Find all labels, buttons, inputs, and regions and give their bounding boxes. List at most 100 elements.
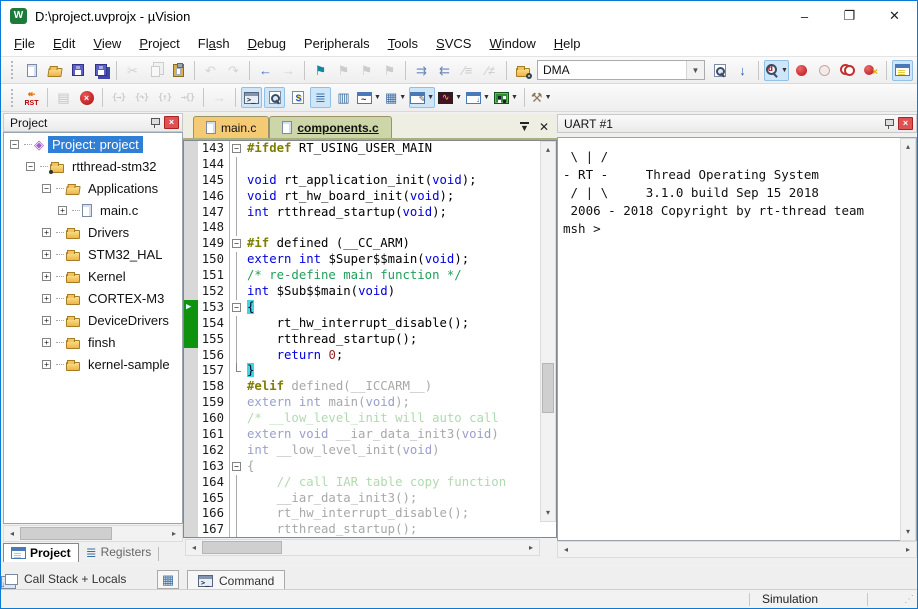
prev-bookmark-button[interactable]: ⚑	[333, 60, 354, 81]
memory-window-tab[interactable]: ▦	[157, 570, 179, 589]
close-button[interactable]: ✕	[872, 1, 917, 31]
save-button[interactable]	[67, 60, 88, 81]
paste-button[interactable]	[168, 60, 189, 81]
command-tab[interactable]: Command	[187, 570, 285, 591]
next-bookmark-button[interactable]: ⚑	[356, 60, 377, 81]
toolbox-button[interactable]: ▼	[493, 87, 519, 108]
menu-flash[interactable]: Flash	[189, 32, 239, 55]
enable-disable-breakpoint-button[interactable]	[814, 60, 835, 81]
editor-close-icon[interactable]: ✕	[539, 120, 549, 134]
editor-tab-components-c[interactable]: components.c	[269, 116, 391, 138]
uart-hscrollbar[interactable]: ◂ ▸	[557, 541, 917, 558]
tree-item-devicedrivers[interactable]: +DeviceDrivers	[4, 309, 182, 331]
tree-expander-icon[interactable]: −	[42, 184, 51, 193]
tab-project[interactable]: Project	[3, 543, 79, 562]
logic-analyzer-button[interactable]: ∿▼	[437, 87, 463, 108]
tree-expander-icon[interactable]: +	[58, 206, 67, 215]
tree-item-rtthread-stm32[interactable]: −rtthread-stm32	[4, 155, 182, 177]
tree-item-stm32-hal[interactable]: +STM32_HAL	[4, 243, 182, 265]
call-stack-tab[interactable]: Call Stack + Locals	[24, 572, 126, 586]
menu-edit[interactable]: Edit	[44, 32, 84, 55]
menu-svcs[interactable]: SVCS	[427, 32, 480, 55]
uart-vscrollbar[interactable]: ▴ ▾	[900, 138, 916, 541]
tab-list-icon[interactable]: ▼	[520, 122, 529, 132]
editor-tab-main-c[interactable]: main.c	[193, 116, 269, 138]
open-file-button[interactable]	[44, 60, 65, 81]
pin-icon[interactable]	[150, 117, 160, 129]
system-viewer-button[interactable]: ▼	[465, 87, 491, 108]
find-next-button[interactable]: ↓	[732, 60, 753, 81]
save-all-button[interactable]	[90, 60, 111, 81]
uncomment-button[interactable]: ∕≠	[480, 60, 501, 81]
menu-tools[interactable]: Tools	[379, 32, 427, 55]
trace-windows-button[interactable]: ▼	[356, 87, 382, 108]
scroll-right-icon[interactable]: ▸	[900, 542, 916, 557]
menu-view[interactable]: View	[84, 32, 130, 55]
navigate-forward-button[interactable]: →	[278, 60, 299, 81]
project-panel-close-icon[interactable]: ×	[164, 116, 179, 129]
unindent-button[interactable]: ⇇	[434, 60, 455, 81]
menu-debug[interactable]: Debug	[239, 32, 295, 55]
step-button[interactable]: {→}	[108, 87, 129, 108]
cut-button[interactable]: ✂	[122, 60, 143, 81]
watch-windows-button[interactable]: ▼	[409, 87, 435, 108]
menu-help[interactable]: Help	[545, 32, 590, 55]
scroll-up-icon[interactable]: ▴	[541, 142, 555, 158]
find-in-files-button[interactable]	[512, 60, 533, 81]
project-tree-hscrollbar[interactable]: ◂ ▸	[3, 525, 183, 542]
clear-bookmarks-button[interactable]: ⚑	[379, 60, 400, 81]
toggle-bookmark-button[interactable]: ⚑	[310, 60, 331, 81]
tab-registers[interactable]: ≣Registers	[79, 543, 159, 561]
command-window-button[interactable]	[241, 87, 262, 108]
analysis-windows-button[interactable]: ▥	[333, 87, 354, 108]
insert-breakpoint-button[interactable]	[791, 60, 812, 81]
fold-collapse-icon[interactable]: −	[232, 303, 241, 312]
fold-collapse-icon[interactable]: −	[232, 462, 241, 471]
uart-terminal[interactable]: \ | /- RT - Thread Operating System / | …	[557, 137, 917, 541]
scroll-down-icon[interactable]: ▾	[901, 524, 915, 540]
project-window-toggle-button[interactable]	[892, 60, 913, 81]
incremental-find-button[interactable]: d▼	[764, 60, 789, 81]
tree-item-main-c[interactable]: +main.c	[4, 199, 182, 221]
scroll-left-icon[interactable]: ◂	[186, 540, 202, 555]
navigate-back-button[interactable]: ←	[255, 60, 276, 81]
maximize-button[interactable]: ❐	[827, 1, 872, 31]
reset-cpu-button[interactable]: ↞RST	[21, 87, 42, 108]
disable-all-breakpoints-button[interactable]	[837, 60, 858, 81]
tree-expander-icon[interactable]: +	[42, 272, 51, 281]
combo-dropdown-icon[interactable]: ▼	[686, 61, 704, 79]
step-over-button[interactable]: {↷}	[131, 87, 152, 108]
undo-button[interactable]: ↶	[200, 60, 221, 81]
comment-button[interactable]: ∕≡	[457, 60, 478, 81]
memory-windows-button[interactable]: ▦▼	[384, 87, 407, 108]
stop-button[interactable]: ×	[76, 87, 97, 108]
tree-expander-icon[interactable]: +	[42, 360, 51, 369]
step-out-button[interactable]: {↑}	[154, 87, 175, 108]
tree-expander-icon[interactable]: +	[42, 316, 51, 325]
show-next-statement-button[interactable]: →	[209, 87, 230, 108]
tree-item-project-project[interactable]: −◈Project: project	[4, 133, 182, 155]
pin-icon[interactable]	[884, 118, 894, 130]
run-to-line-button[interactable]: →{}	[177, 87, 198, 108]
tree-item-kernel-sample[interactable]: +kernel-sample	[4, 353, 182, 375]
find-in-files-window-button[interactable]	[709, 60, 730, 81]
menu-file[interactable]: File	[5, 32, 44, 55]
editor-vscrollbar[interactable]: ▴ ▾	[540, 141, 556, 522]
tree-item-applications[interactable]: −Applications	[4, 177, 182, 199]
resize-grip[interactable]: ⋰	[904, 594, 914, 605]
tree-expander-icon[interactable]: −	[10, 140, 19, 149]
run-button[interactable]: ▤	[53, 87, 74, 108]
symbol-window-button[interactable]	[287, 87, 308, 108]
fold-collapse-icon[interactable]: −	[232, 144, 241, 153]
indent-button[interactable]: ⇉	[411, 60, 432, 81]
tree-item-cortex-m3[interactable]: +CORTEX-M3	[4, 287, 182, 309]
redo-button[interactable]: ↷	[223, 60, 244, 81]
tree-item-kernel[interactable]: +Kernel	[4, 265, 182, 287]
copy-button[interactable]	[145, 60, 166, 81]
tools-menu-button[interactable]: ⚒▼	[530, 87, 553, 108]
uart-panel-close-icon[interactable]: ×	[898, 117, 913, 130]
menu-project[interactable]: Project	[130, 32, 188, 55]
tree-item-finsh[interactable]: +finsh	[4, 331, 182, 353]
tree-expander-icon[interactable]: −	[26, 162, 35, 171]
menu-window[interactable]: Window	[480, 32, 544, 55]
